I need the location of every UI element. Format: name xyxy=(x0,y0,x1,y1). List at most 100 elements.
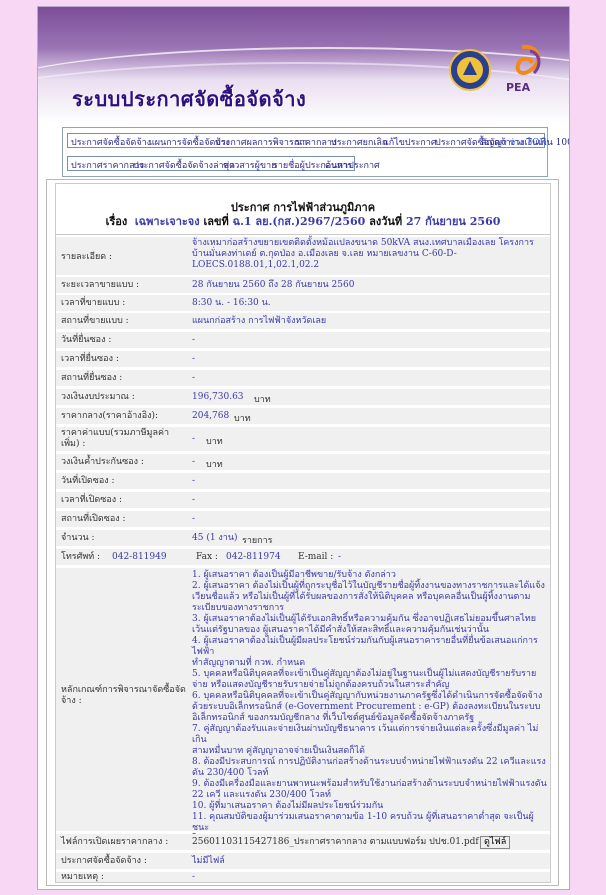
sale-time-value: 8:30 น. - 16:30 น. xyxy=(192,298,271,308)
row-open-date: วันที่เปิดซอง : - xyxy=(56,473,550,489)
criteria-line: 9. ต้องมีเครื่องมือและยานพาหนะพร้อมสำหรั… xyxy=(192,779,547,789)
notice-title: ประกาศ การไฟฟ้าส่วนภูมิภาค xyxy=(230,201,376,214)
budget-label: วงเงินงบประมาณ : xyxy=(61,392,135,402)
row-open-time: เวลาที่เปิดซอง : - xyxy=(56,492,550,508)
row-announce-file: ประกาศจัดซื้อจัดจ้าง : ไม่มีไฟล์ xyxy=(56,853,550,869)
divider xyxy=(56,234,550,235)
row-submit-place: สถานที่ยื่นซอง : - xyxy=(56,370,550,386)
open-date-label: วันที่เปิดซอง : xyxy=(61,476,115,486)
detail-label: รายละเอียด : xyxy=(61,252,113,262)
content-panel: ประกาศ การไฟฟ้าส่วนภูมิภาค เรื่อง เฉพาะเ… xyxy=(46,179,559,886)
date-value: 27 กันยายน 2560 xyxy=(406,215,501,228)
row-quantity: จำนวน : 45 (1 งาน) รายการ xyxy=(56,530,550,546)
submit-date-value: - xyxy=(192,335,196,345)
row-file: ไฟล์การเปิดเผยราคากลาง : 256011031154271… xyxy=(56,834,550,850)
row-doc-price: ราคาค่าแบบ(รวมภาษีมูลค่าเพิ่ม) : - บาท xyxy=(56,427,550,451)
criteria-line: 1. ผู้เสนอราคา ต้องเป็นผู้มีอาชีพขาย/รับ… xyxy=(192,570,396,580)
menu-vendor-news[interactable]: ข่าวสารผู้ขาย xyxy=(223,158,276,172)
quantity-value: 45 (1 งาน) xyxy=(192,533,238,543)
doc-price-unit: บาท xyxy=(206,437,223,447)
open-date-value: - xyxy=(192,476,196,486)
subject-label: เรื่อง xyxy=(105,215,128,228)
criteria-line: อิเล็กทรอนิกส์ ของกรมบัญชีกลาง ที่เว็บไซ… xyxy=(192,713,475,723)
median-value: 204,768 xyxy=(192,411,230,421)
submit-time-value: - xyxy=(192,354,196,364)
sale-period-label: ระยะเวลาขายแบบ : xyxy=(61,280,140,290)
fax-label: Fax : xyxy=(196,552,218,562)
menu-procurement[interactable]: ประกาศจัดซื้อจัดจ้าง xyxy=(71,135,151,149)
file-label: ไฟล์การเปิดเผยราคากลาง : xyxy=(61,837,169,847)
quantity-unit: รายการ xyxy=(242,536,273,546)
criteria-line: ระเบียบของทางราชการ xyxy=(192,603,285,613)
quantity-label: จำนวน : xyxy=(61,533,95,543)
criteria-line: เว้นแต่รัฐบาลของ ผู้เสนอราคาได้มีคำสั่งใ… xyxy=(192,625,490,635)
menu-result[interactable]: ประกาศผลการพิจารณา xyxy=(215,135,307,149)
menu-tor[interactable]: ร่าง TOR xyxy=(509,135,546,149)
sale-place-value: แผนกก่อสร้าง การไฟฟ้าจังหวัดเลย xyxy=(192,316,327,326)
criteria-line: ทำสัญญาตามที่ กวพ. กำหนด xyxy=(192,658,306,668)
menu-search[interactable]: ค้นหาประกาศ xyxy=(325,158,380,172)
notice-subject: เรื่อง เฉพาะเจาะจง เลขที่ ฉ.1 ลย.(กส.)29… xyxy=(56,215,550,229)
open-time-label: เวลาที่เปิดซอง : xyxy=(61,495,123,505)
nav-menu: ประกาศจัดซื้อจัดจ้าง แผนการจัดซื้อจัดจ้า… xyxy=(62,127,569,177)
phone-value: 042-811949 xyxy=(112,552,167,562)
budget-unit: บาท xyxy=(254,395,271,405)
announce-file-label: ประกาศจัดซื้อจัดจ้าง : xyxy=(61,856,147,866)
criteria-line: 4. ผู้เสนอราคาต้องไม่เป็นผู้มีผลประโยชน์… xyxy=(192,636,538,657)
criteria-line: 5. บุคคลหรือนิติบุคคลที่จะเข้าเป็นคู่สัญ… xyxy=(192,669,537,679)
guarantee-unit: บาท xyxy=(206,460,223,470)
notice-panel: ประกาศ การไฟฟ้าส่วนภูมิภาค เรื่อง เฉพาะเ… xyxy=(55,183,551,883)
row-submit-time: เวลาที่ยื่นซอง : - xyxy=(56,351,550,367)
row-sale-time: เวลาที่ขายแบบ : 8:30 น. - 16:30 น. xyxy=(56,295,550,311)
open-place-label: สถานที่เปิดซอง : xyxy=(61,514,126,524)
median-unit: บาท xyxy=(234,414,251,424)
sale-period-value: 28 กันยายน 2560 ถึง 28 กันยายน 2560 xyxy=(192,280,355,290)
submit-time-label: เวลาที่ยื่นซอง : xyxy=(61,354,119,364)
median-label: ราคากลาง(ราคาอ้างอิง): xyxy=(61,411,159,421)
row-open-place: สถานที่เปิดซอง : - xyxy=(56,511,550,527)
guarantee-value: - xyxy=(192,457,196,467)
date-label: ลงวันที่ xyxy=(369,215,403,228)
fax-value: 042-811974 xyxy=(226,552,281,562)
email-label: E-mail : xyxy=(298,552,334,562)
menu-contract[interactable]: สัญญา xyxy=(481,135,507,149)
criteria-line: 11. คุณสมบัติของผู้มาร่วมเสนอราคาตามข้อ … xyxy=(192,812,534,833)
phone-label: โทรศัพท์ : xyxy=(61,552,101,562)
row-remark: หมายเหตุ : - xyxy=(56,872,550,882)
criteria-line: ดัน 230/400 โวลท์ xyxy=(192,768,269,778)
file-name: 25601103115427186_ประกาศราคากลาง ตามแบบฟ… xyxy=(192,837,479,847)
pea-logo-text: PEA xyxy=(506,81,531,94)
doc-price-label: ราคาค่าแบบ(รวมภาษีมูลค่าเพิ่ม) : xyxy=(61,428,170,449)
criteria-line: สามหมื่นบาท คู่สัญญาอาจจ่ายเป็นเงินสดก็ไ… xyxy=(192,746,366,756)
criteria-line: จ่าย หรือแสดงบัญชีรายรับรายจ่ายไม่ถูกต้อ… xyxy=(192,680,450,690)
menu-cancel[interactable]: ประกาศยกเลิก xyxy=(331,135,387,149)
criteria-line: 7. คู่สัญญาต้องรับและจ่ายเงินผ่านบัญชีธน… xyxy=(192,724,539,745)
submit-date-label: วันที่ยื่นซอง : xyxy=(61,335,112,345)
notice-header: ประกาศ การไฟฟ้าส่วนภูมิภาค เรื่อง เฉพาะเ… xyxy=(56,201,550,229)
criteria-line: 2. ผู้เสนอราคา ต้องไม่เป็นผู้ที่ถูกระบุช… xyxy=(192,581,545,591)
remark-value: - xyxy=(192,872,196,882)
criteria-line: 8. ต้องมีประสบการณ์ การปฏิบัติงานก่อสร้า… xyxy=(192,757,546,767)
view-file-button[interactable]: ดูไฟล์ xyxy=(480,836,511,849)
row-criteria: หลักเกณฑ์การพิจารณาจัดซื้อจัดจ้าง : 1. ผ… xyxy=(56,568,550,844)
pea-emblem-icon xyxy=(449,49,491,91)
open-time-value: - xyxy=(192,495,196,505)
announce-file-value: ไม่มีไฟล์ xyxy=(192,856,225,866)
submit-place-label: สถานที่ยื่นซอง : xyxy=(61,373,123,383)
remark-label: หมายเหตุ : xyxy=(61,872,104,882)
criteria-line: 10. ผู้ที่มาเสนอราคา ต้องไม่มีผลประโยชน์… xyxy=(192,801,384,811)
sale-place-label: สถานที่ขายแบบ : xyxy=(61,316,129,326)
row-submit-date: วันที่ยื่นซอง : - xyxy=(56,332,550,348)
open-place-value: - xyxy=(192,514,196,524)
row-guarantee: วงเงินค้ำประกันซอง : - บาท xyxy=(56,454,550,470)
row-detail: รายละเอียด : จ้างเหมาก่อสร้างขยายเขตติดต… xyxy=(56,237,550,275)
menu-latest[interactable]: ประกาศจัดซื้อจัดจ้างล่าสุด xyxy=(133,158,235,172)
guarantee-label: วงเงินค้ำประกันซอง : xyxy=(61,457,144,467)
criteria-list: 1. ผู้เสนอราคา ต้องเป็นผู้มีอาชีพขาย/รับ… xyxy=(192,570,548,845)
row-median: ราคากลาง(ราคาอ้างอิง): 204,768 บาท xyxy=(56,408,550,424)
row-phone: โทรศัพท์ : 042-811949 Fax : 042-811974 E… xyxy=(56,549,550,565)
criteria-line: ด้วยระบบอิเล็กทรอนิกส์ (e-Government Pro… xyxy=(192,702,541,712)
row-sale-place: สถานที่ขายแบบ : แผนกก่อสร้าง การไฟฟ้าจัง… xyxy=(56,313,550,329)
criteria-line: เวียนชื่อแล้ว หรือไม่เป็นผู้ที่ได้รับผลข… xyxy=(192,592,531,602)
menu-edit[interactable]: แก้ไขประกาศ xyxy=(383,135,437,149)
